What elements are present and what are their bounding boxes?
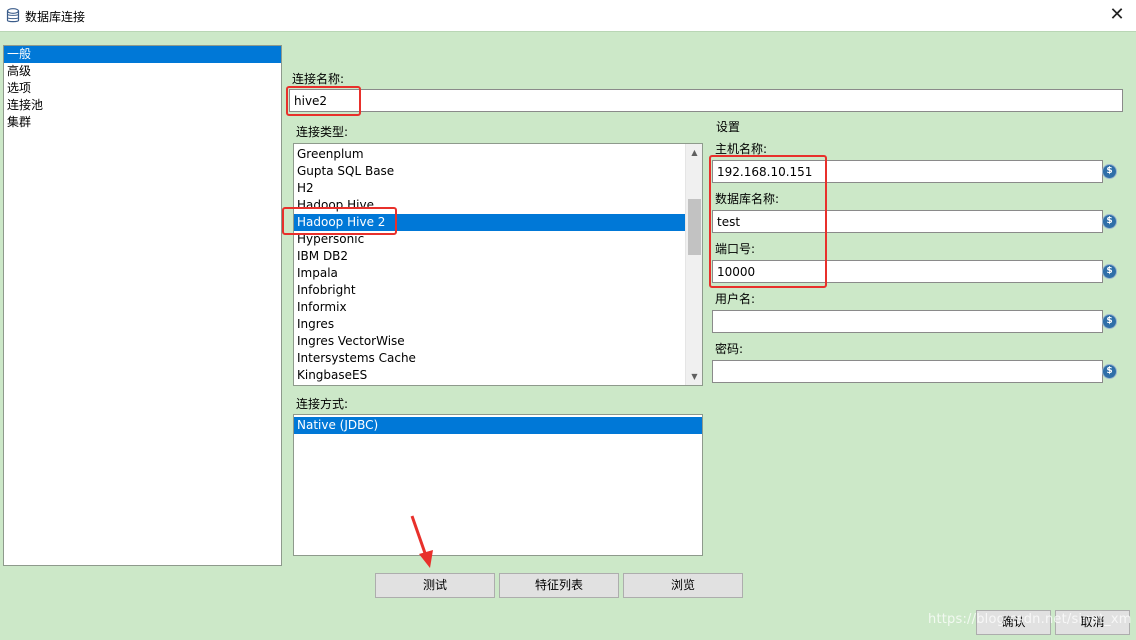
list-item[interactable]: Ingres VectorWise — [294, 333, 702, 350]
list-item-selected[interactable]: Native (JDBC) — [294, 417, 702, 434]
host-input[interactable] — [717, 161, 1102, 182]
list-item[interactable]: Informix — [294, 299, 702, 316]
access-method-list[interactable]: Native (JDBC) — [293, 414, 703, 556]
nav-item-advanced[interactable]: 高级 — [4, 63, 281, 80]
annotation-arrow-icon — [410, 515, 433, 568]
list-item[interactable]: Greenplum — [294, 146, 702, 163]
database-name-input[interactable] — [717, 211, 1102, 232]
list-item[interactable]: IBM DB2 — [294, 248, 702, 265]
connection-type-label: 连接类型: — [296, 125, 349, 139]
vertical-scrollbar[interactable]: ▲ ▼ — [685, 144, 702, 385]
title-bar: 数据库连接 ✕ — [0, 0, 1136, 32]
window-title: 数据库连接 — [25, 10, 86, 24]
connection-name-input[interactable] — [294, 90, 1122, 111]
list-item[interactable]: Gupta SQL Base — [294, 163, 702, 180]
variable-icon[interactable]: $ — [1103, 265, 1116, 278]
list-item[interactable]: KingbaseES — [294, 367, 702, 384]
list-item[interactable]: Hypersonic — [294, 231, 702, 248]
database-name-label: 数据库名称: — [715, 192, 780, 206]
variable-icon[interactable]: $ — [1103, 365, 1116, 378]
list-item[interactable]: Infobright — [294, 282, 702, 299]
port-input[interactable] — [717, 261, 1102, 282]
password-input[interactable] — [717, 361, 1102, 382]
password-label: 密码: — [715, 342, 744, 356]
host-field[interactable] — [712, 160, 1103, 183]
list-item[interactable]: Intersystems Cache — [294, 350, 702, 367]
host-label: 主机名称: — [715, 142, 768, 156]
nav-item-options[interactable]: 选项 — [4, 80, 281, 97]
feature-list-button[interactable]: 特征列表 — [499, 573, 619, 598]
connection-type-list[interactable]: Greenplum Gupta SQL Base H2 Hadoop Hive … — [293, 143, 703, 386]
connection-name-label: 连接名称: — [292, 72, 345, 86]
scroll-up-icon[interactable]: ▲ — [686, 144, 702, 161]
close-button[interactable]: ✕ — [1104, 4, 1130, 28]
variable-icon[interactable]: $ — [1103, 215, 1116, 228]
test-button[interactable]: 测试 — [375, 573, 495, 598]
connection-name-field[interactable] — [289, 89, 1123, 112]
list-item[interactable]: H2 — [294, 180, 702, 197]
database-icon — [6, 8, 20, 23]
list-item[interactable]: Hadoop Hive — [294, 197, 702, 214]
database-name-field[interactable] — [712, 210, 1103, 233]
scroll-thumb[interactable] — [688, 199, 701, 255]
list-item[interactable]: Ingres — [294, 316, 702, 333]
password-field[interactable] — [712, 360, 1103, 383]
settings-title: 设置 — [716, 120, 741, 134]
username-input[interactable] — [717, 311, 1102, 332]
variable-icon[interactable]: $ — [1103, 165, 1116, 178]
watermark: https://blog.csdn.net/sinat_xm — [928, 612, 1132, 627]
nav-item-pooling[interactable]: 连接池 — [4, 97, 281, 114]
username-label: 用户名: — [715, 292, 756, 306]
explore-button[interactable]: 浏览 — [623, 573, 743, 598]
variable-icon[interactable]: $ — [1103, 315, 1116, 328]
access-label: 连接方式: — [296, 397, 349, 411]
category-list: 一般 高级 选项 连接池 集群 — [3, 45, 282, 566]
nav-item-clustering[interactable]: 集群 — [4, 114, 281, 131]
port-field[interactable] — [712, 260, 1103, 283]
username-field[interactable] — [712, 310, 1103, 333]
list-item[interactable]: Impala — [294, 265, 702, 282]
nav-item-general[interactable]: 一般 — [4, 46, 281, 63]
port-label: 端口号: — [715, 242, 756, 256]
list-item-selected[interactable]: Hadoop Hive 2 — [294, 214, 685, 231]
scroll-down-icon[interactable]: ▼ — [686, 368, 702, 385]
